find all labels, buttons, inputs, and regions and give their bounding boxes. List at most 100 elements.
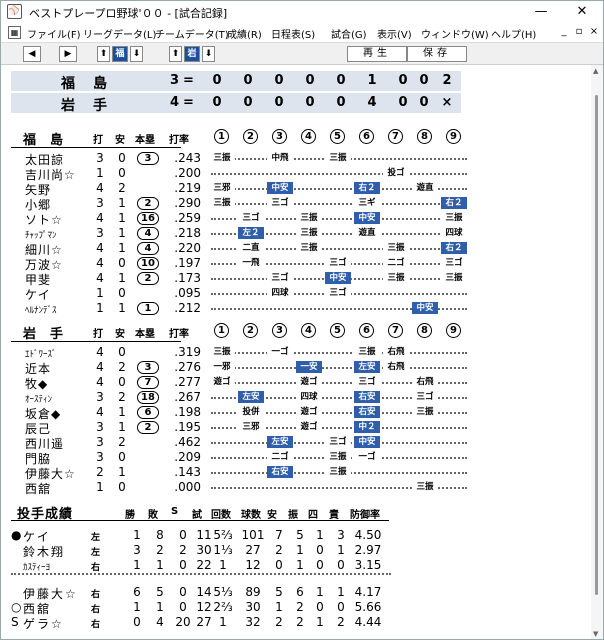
batter-row[interactable]: 西舘 1 0 .000 三振	[11, 480, 491, 496]
menu-league[interactable]: リーグデータ(L)	[83, 26, 156, 41]
batter-row[interactable]: ｴﾄﾞﾜｰｽﾞ 4 0.319 三振 一ゴ 三振 右飛	[11, 345, 491, 360]
batter-row[interactable]: 細川☆ 4 1 4.220 二直 三振 三振 右２	[11, 241, 491, 257]
hits: 0	[118, 151, 126, 165]
home-runs: 4	[137, 227, 159, 240]
batter-row[interactable]: 西川遥 3 2.462 左安 三ゴ 中安	[11, 435, 491, 451]
batter-row[interactable]: 辰己 3 1 2.195 三邪 遊ゴ 中２	[11, 420, 491, 436]
team-name: 岩手	[23, 327, 78, 342]
pitcher-row[interactable]: 伊藤大☆ 右 6 5 0 14 5⅓ 89 5 6 1 1 4.17	[11, 585, 411, 601]
team2-select-button[interactable]: 岩	[184, 46, 200, 62]
at-bat-result: 一邪	[209, 361, 235, 373]
throwing-hand: 左	[91, 548, 101, 558]
batter-row[interactable]: 小郷 3 1 2.290 三振 三ゴ 三ギ 右２	[11, 196, 491, 212]
pitcher-row[interactable]: ｶｽﾃｨｰﾖ右 1 1 0 22 1 12 0 1 0 0 3.15	[11, 558, 411, 573]
pitching-stat: 1	[133, 600, 141, 614]
replay-button[interactable]: 再生	[347, 46, 407, 62]
prev-game-button[interactable]: ◀	[23, 46, 41, 62]
hits: 0	[118, 450, 126, 464]
at-bats: 4	[96, 271, 104, 285]
mdi-close-button[interactable]: ×	[587, 26, 601, 37]
batter-row[interactable]: ｵｰｽﾃｨﾝ 3 2 18 .267 左安 四球 右安 三ゴ	[11, 390, 491, 405]
at-bat-result: 中飛	[267, 152, 293, 164]
menu-window[interactable]: ウィンドウ(W)	[421, 26, 489, 41]
menu-view[interactable]: 表示(V)	[377, 26, 412, 41]
batter-row[interactable]: ﾁｬｯﾌﾟﾏﾝ 3 1 4 .218 左２ 三振 遊直 四球	[11, 226, 491, 241]
home-runs: 16	[137, 212, 159, 225]
mdi-restore-button[interactable]: ▫	[572, 26, 586, 37]
inning-score: 0	[305, 95, 315, 110]
team2-down-button[interactable]: ⬇	[202, 46, 215, 62]
team2-up-button[interactable]: ⬆	[169, 46, 182, 62]
minimize-button[interactable]: —	[519, 1, 563, 23]
scrollbar-thumb[interactable]	[595, 95, 598, 595]
batter-row[interactable]: 甲斐 4 1 2.173 三ゴ 中安 三振 三振	[11, 271, 491, 287]
scroll-up-icon[interactable]: ▲	[593, 67, 598, 75]
menu-stats[interactable]: 成績(R)	[227, 26, 262, 41]
hit-result: 中２	[354, 421, 380, 433]
batting-average: .212	[174, 301, 201, 315]
batter-row[interactable]: 伊藤大☆ 2 1.143 右安 三振	[11, 465, 491, 481]
at-bat-result: 三ゴ	[325, 257, 351, 269]
document-icon[interactable]: ▦	[8, 26, 21, 39]
team1-up-button[interactable]: ⬆	[97, 46, 110, 62]
team1-select-button[interactable]: 福	[112, 46, 128, 62]
batter-row[interactable]: 門脇 3 0.209 二ゴ 三振 一ゴ	[11, 450, 491, 466]
batter-row[interactable]: 万波☆ 4 0 10.197 一飛 三ゴ 二ゴ 三ゴ	[11, 256, 491, 272]
hit-result: 中安	[267, 182, 293, 194]
batter-row[interactable]: ケイ 1 0.095 四球 三ゴ	[11, 286, 491, 302]
equals-sign: =	[183, 73, 194, 88]
menu-schedule[interactable]: 日程表(S)	[271, 26, 315, 41]
at-bat-result: 三振	[412, 481, 438, 493]
batter-row[interactable]: 坂倉◆ 4 1 6.198 投併 遊ゴ 右安 三振	[11, 405, 491, 421]
at-bat-result: 三振	[296, 227, 322, 239]
batter-row[interactable]: ﾍﾙﾅﾝﾃﾞｽ 1 1 1.212 中安	[11, 301, 491, 316]
home-runs: 2	[137, 272, 159, 285]
pitcher-row[interactable]: ● ケイ左 1 8 0 11 5⅔ 101 7 5 1 3 4.50	[11, 528, 411, 544]
close-button[interactable]: ✕	[561, 1, 603, 23]
pitching-stat: 32	[245, 615, 261, 629]
inning-score: 0	[274, 73, 284, 88]
at-bats: 4	[96, 345, 104, 359]
scroll-down-icon[interactable]: ▼	[593, 630, 598, 638]
at-bats: 4	[96, 181, 104, 195]
game-record-content: 福島 3 = 0 0 0 0 0 1 0 0 2 岩手 4 = 0 0 0 0 …	[1, 65, 591, 639]
batter-row[interactable]: 近本 4 2 3.276 一邪 一安 左安 右飛	[11, 360, 491, 376]
menu-game[interactable]: 試合(G)	[331, 26, 367, 41]
batter-row[interactable]: 太田諒 3 0 3.243 三振 中飛 三振	[11, 151, 491, 167]
batter-row[interactable]: 吉川尚☆ 1 0.200 投ゴ	[11, 166, 491, 182]
batter-name: ﾁｬｯﾌﾟﾏﾝ	[25, 231, 57, 241]
menu-team[interactable]: チームデータ(T)	[155, 26, 229, 41]
pitcher-row[interactable]: 鈴木翔左 3 2 2 30 1⅓ 27 2 1 0 1 2.97	[11, 543, 411, 559]
inning-score: 1	[367, 73, 377, 88]
mdi-minimize-button[interactable]: _	[557, 26, 571, 37]
pitching-stat: 12	[245, 558, 261, 572]
hit-result: 一安	[296, 361, 322, 373]
at-bats: 3	[96, 390, 104, 404]
batter-row[interactable]: 牧◆ 4 0 7.277 遊ゴ 遊ゴ 三ゴ 右飛	[11, 375, 491, 391]
at-bat-result: 三ゴ	[238, 212, 264, 224]
menu-file[interactable]: ファイル(F)	[27, 26, 81, 41]
at-bat-result: 遊ゴ	[296, 406, 322, 418]
menu-help[interactable]: ヘルプ(H)	[491, 26, 536, 41]
at-bat-result: 遊ゴ	[296, 376, 322, 388]
pitching-column-header: 防御率	[350, 510, 380, 521]
at-bat-result: 三振	[325, 451, 351, 463]
save-button[interactable]: 保存	[407, 46, 467, 62]
batter-row[interactable]: 矢野 4 2.219 三邪 中安 右２ 遊直	[11, 181, 491, 197]
at-bat-result: 一ゴ	[267, 346, 293, 358]
hit-result: 右２	[441, 242, 467, 254]
batting-average: .218	[174, 226, 201, 240]
pitching-column-header: 回数	[211, 510, 231, 521]
at-bat-result: 三振	[441, 272, 467, 284]
pitcher-row[interactable]: S ゲラ☆ 右 0 4 20 27 1 32 2 2 1 2 4.44	[11, 615, 411, 631]
home-runs: 18	[137, 391, 159, 404]
hits: 1	[118, 196, 126, 210]
home-runs: 7	[137, 376, 159, 389]
vertical-scrollbar[interactable]: ▲ ▼	[591, 65, 603, 639]
column-header: 打率	[169, 135, 189, 146]
batter-row[interactable]: ソト☆ 4 1 16.259 三ゴ 三振 中安 三振	[11, 211, 491, 227]
pitcher-row[interactable]: ○ 西舘右 1 1 0 12 2⅔ 30 1 2 0 0 5.66	[11, 600, 411, 616]
team1-down-button[interactable]: ⬇	[130, 46, 143, 62]
at-bats: 4	[96, 211, 104, 225]
next-game-button[interactable]: ▶	[59, 46, 77, 62]
